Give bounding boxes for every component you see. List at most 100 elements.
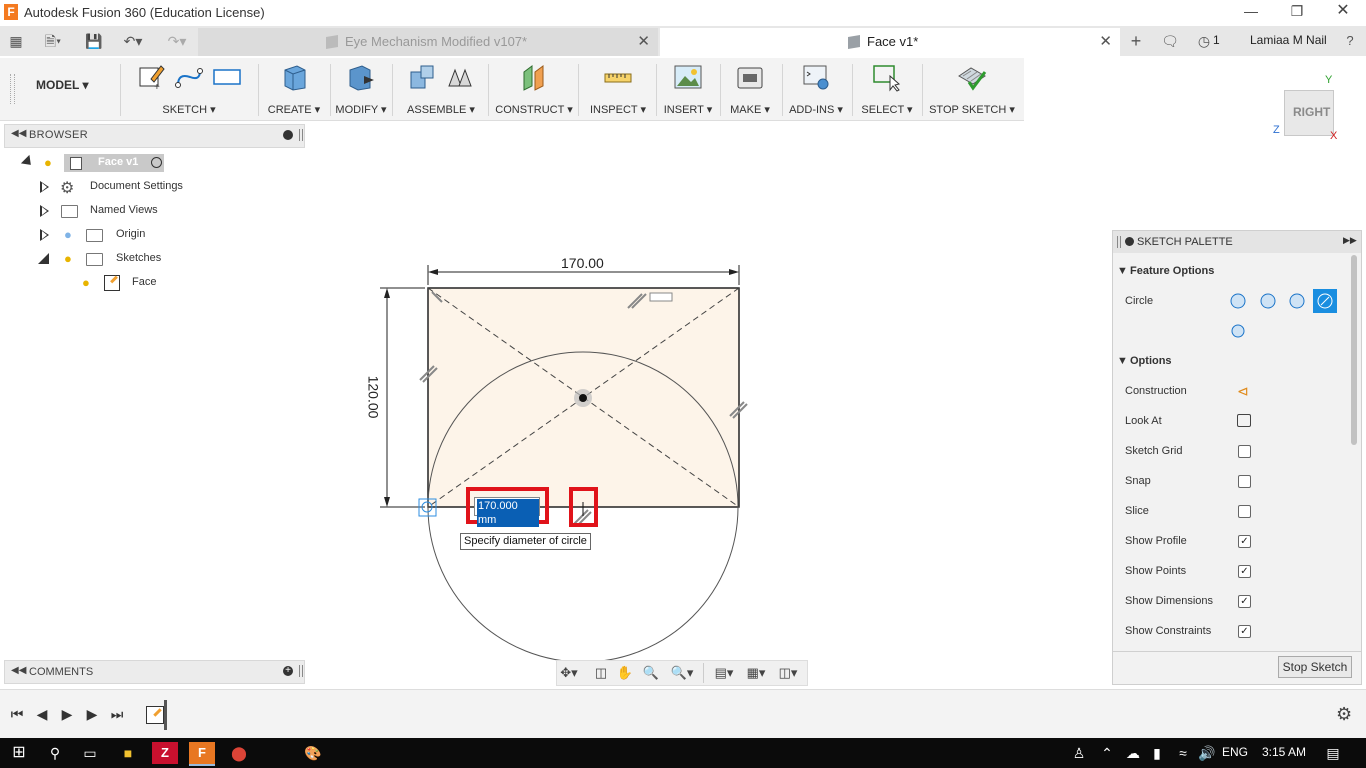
expand-arrow-icon[interactable]	[20, 154, 36, 170]
minimize-button[interactable]: —	[1228, 0, 1274, 24]
chat-icon[interactable]: 🗨	[1158, 30, 1182, 52]
people-icon[interactable]: ♙	[1066, 742, 1092, 764]
option-sketch-grid[interactable]: Sketch Grid	[1125, 441, 1345, 463]
insert-image-icon[interactable]	[673, 62, 703, 92]
tree-item-face-sketch[interactable]: ● Face	[18, 272, 298, 294]
line-icon[interactable]	[174, 62, 204, 92]
file-menu-button[interactable]: 🗎▾	[36, 30, 70, 52]
tab-face-v1[interactable]: Face v1* ✕	[660, 28, 1120, 56]
add-comment-icon[interactable]: +	[283, 666, 293, 676]
system-clock[interactable]: 3:15 AM	[1262, 745, 1306, 759]
joint-icon[interactable]	[445, 62, 475, 92]
tree-item-origin[interactable]: ● Origin	[18, 224, 298, 246]
wifi-icon[interactable]: ≈	[1170, 742, 1196, 764]
press-pull-icon[interactable]	[346, 62, 376, 92]
task-view-icon[interactable]: ▭	[77, 742, 103, 764]
tree-item-sketches[interactable]: ● Sketches	[18, 248, 298, 270]
lightbulb-icon[interactable]: ●	[82, 276, 93, 289]
palette-header[interactable]: SKETCH PALETTE ▶▶	[1113, 231, 1361, 253]
redo-button[interactable]: ↷▾	[158, 30, 196, 52]
show-points-checkbox[interactable]: ✓	[1238, 565, 1251, 578]
create-sketch-icon[interactable]: +	[136, 62, 166, 92]
activate-radio-icon[interactable]	[151, 157, 162, 168]
option-snap[interactable]: Snap	[1125, 471, 1345, 493]
lightbulb-icon[interactable]: ●	[64, 252, 75, 265]
close-window-button[interactable]: ✕	[1320, 0, 1366, 24]
show-profile-checkbox[interactable]: ✓	[1238, 535, 1251, 548]
option-slice[interactable]: Slice	[1125, 501, 1345, 523]
search-icon[interactable]: ⚲	[42, 742, 68, 764]
go-to-end-icon[interactable]: ⏭	[108, 706, 126, 722]
insert-group[interactable]: INSERT ▾	[660, 58, 716, 120]
fusion-360-taskbar-icon[interactable]: F	[189, 742, 215, 766]
options-section[interactable]: ▼ Options	[1117, 351, 1337, 373]
battery-icon[interactable]: ▮	[1144, 742, 1170, 764]
measure-icon[interactable]	[603, 62, 633, 92]
orbit-icon[interactable]: ✥▾	[559, 664, 579, 682]
stop-sketch-group[interactable]: STOP SKETCH ▾	[926, 58, 1018, 120]
onedrive-icon[interactable]: ☁	[1120, 742, 1146, 764]
panel-grip-icon[interactable]	[1117, 236, 1121, 248]
input-language[interactable]: ENG	[1222, 745, 1248, 759]
paint-icon[interactable]: 🎨	[300, 742, 326, 764]
option-look-at[interactable]: Look At	[1125, 411, 1345, 433]
palette-collapse-icon[interactable]	[1125, 237, 1134, 246]
new-tab-plus-icon[interactable]: +	[1124, 30, 1148, 52]
viewports-icon[interactable]: ◫▾	[773, 664, 803, 682]
step-forward-icon[interactable]: ▶	[83, 706, 101, 722]
volume-icon[interactable]: 🔊	[1194, 742, 1220, 764]
select-icon[interactable]	[872, 62, 902, 92]
stop-sketch-button[interactable]: Stop Sketch	[1278, 656, 1352, 678]
palette-scrollbar[interactable]	[1351, 255, 1357, 445]
show-constraints-checkbox[interactable]: ✓	[1238, 625, 1251, 638]
display-settings-icon[interactable]: ▤▾	[709, 664, 739, 682]
user-name[interactable]: Lamiaa M Nail	[1250, 33, 1327, 47]
snap-checkbox[interactable]	[1238, 475, 1251, 488]
undo-button[interactable]: ↶▾	[114, 30, 152, 52]
zotero-icon[interactable]: Z	[152, 742, 178, 764]
close-tab-icon[interactable]: ✕	[1099, 32, 1112, 50]
create-group[interactable]: CREATE ▾	[262, 58, 326, 120]
panel-grip-icon[interactable]	[299, 665, 303, 677]
slice-checkbox[interactable]	[1238, 505, 1251, 518]
tree-item-document-settings[interactable]: ⚙ Document Settings	[18, 176, 298, 198]
inspect-group[interactable]: INSPECT ▾	[584, 58, 652, 120]
sketch-canvas[interactable]	[360, 250, 760, 670]
feature-options-section[interactable]: ▼ Feature Options	[1117, 261, 1337, 283]
diameter-input[interactable]: 170.000 mm	[474, 497, 540, 527]
file-explorer-icon[interactable]: ■	[115, 742, 141, 764]
pan-hand-icon[interactable]: ✋	[615, 664, 635, 682]
look-at-icon[interactable]	[1237, 414, 1251, 427]
select-group[interactable]: SELECT ▾	[856, 58, 918, 120]
add-ins-group[interactable]: ADD-INS ▾	[784, 58, 848, 120]
action-center-icon[interactable]: ▤	[1320, 742, 1346, 764]
scripts-addins-icon[interactable]	[801, 62, 831, 92]
expand-arrows-icon[interactable]: ▶▶	[1343, 235, 1357, 246]
look-at-icon[interactable]: ◫	[591, 664, 611, 682]
option-show-constraints[interactable]: Show Constraints ✓	[1125, 621, 1345, 643]
rectangle-icon[interactable]	[212, 62, 242, 92]
chrome-icon[interactable]: ⬤	[226, 742, 252, 764]
timeline-marker[interactable]	[164, 700, 167, 730]
workspace-dropdown[interactable]: MODEL ▾	[36, 78, 106, 92]
collapse-arrows-icon[interactable]: ◀◀	[11, 128, 26, 139]
view-cube[interactable]: RIGHT	[1284, 90, 1334, 136]
restore-button[interactable]: ❐	[1274, 0, 1320, 24]
panel-grip-icon[interactable]	[299, 129, 303, 141]
tab-eye-mechanism[interactable]: Eye Mechanism Modified v107* ✕	[198, 28, 658, 56]
timeline-settings-gear-icon[interactable]: ⚙	[1336, 704, 1352, 725]
save-icon[interactable]: 💾	[82, 30, 106, 52]
construction-icon[interactable]: ⊲	[1237, 383, 1249, 400]
comments-panel-header[interactable]: ◀◀ COMMENTS +	[4, 660, 305, 684]
offset-plane-icon[interactable]	[519, 62, 549, 92]
option-show-points[interactable]: Show Points ✓	[1125, 561, 1345, 583]
show-hidden-icons-chevron[interactable]: ⌃	[1094, 742, 1120, 764]
browser-panel-header[interactable]: ◀◀ BROWSER	[4, 124, 305, 148]
height-dimension-text[interactable]: 120.00	[365, 376, 381, 419]
option-show-profile[interactable]: Show Profile ✓	[1125, 531, 1345, 553]
construct-group[interactable]: CONSTRUCT ▾	[494, 58, 574, 120]
go-to-start-icon[interactable]: ⏮	[8, 706, 26, 722]
new-component-icon[interactable]	[407, 62, 437, 92]
zoom-window-icon[interactable]: 🔍▾	[667, 664, 697, 682]
show-dimensions-checkbox[interactable]: ✓	[1238, 595, 1251, 608]
